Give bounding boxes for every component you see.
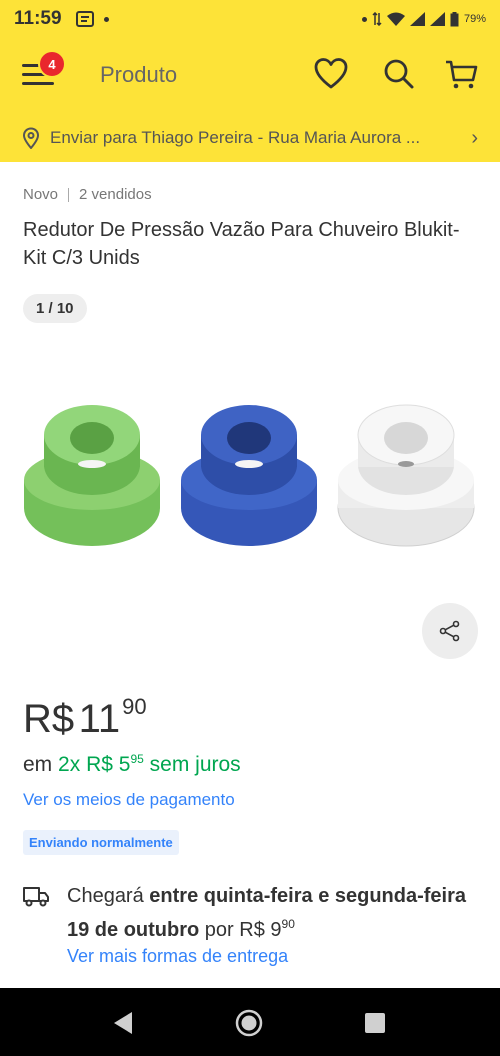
- status-dot-icon: [103, 16, 109, 22]
- product-condition: Novo 2 vendidos: [23, 186, 152, 203]
- product-image[interactable]: [20, 390, 480, 560]
- back-icon[interactable]: [108, 1008, 138, 1038]
- notification-badge: 4: [38, 50, 66, 78]
- shipping-address-text: Enviar para Thiago Pereira - Rua Maria A…: [50, 128, 421, 147]
- signal-icon: [429, 12, 445, 26]
- divider: [68, 187, 70, 202]
- system-nav-bar: [0, 988, 500, 1056]
- delivery-estimate: Chegará entre quinta-feira e segunda-fei…: [67, 885, 467, 941]
- chevron-right-icon: ›: [471, 126, 478, 149]
- signal-icon: [409, 12, 425, 26]
- share-icon: [439, 620, 460, 642]
- image-counter: 1 / 10: [23, 294, 87, 323]
- white-reducer-image: [337, 404, 475, 547]
- home-icon[interactable]: [234, 1008, 264, 1038]
- cart-icon[interactable]: [443, 56, 479, 92]
- price: R$ 1190: [23, 694, 147, 742]
- sold-count: 2 vendidos: [79, 186, 152, 203]
- blue-reducer-image: [181, 405, 317, 546]
- recents-icon[interactable]: [360, 1008, 390, 1038]
- data-arrows-icon: [372, 12, 382, 26]
- status-dot-icon: [361, 16, 367, 22]
- product-title: Redutor De Pressão Vazão Para Chuveiro B…: [23, 219, 460, 269]
- location-pin-icon: [22, 127, 40, 149]
- page-title: Produto: [100, 62, 178, 87]
- more-delivery-options-link[interactable]: Ver mais formas de entrega: [67, 946, 288, 967]
- truck-icon: [23, 887, 49, 907]
- price-cents: 90: [122, 694, 147, 719]
- heart-icon[interactable]: [313, 56, 349, 92]
- notification-app-icon: [75, 11, 94, 27]
- search-icon[interactable]: [380, 56, 416, 92]
- battery-percent: 79%: [463, 13, 486, 25]
- green-reducer-image: [24, 405, 160, 546]
- shipping-address-bar[interactable]: Enviar para Thiago Pereira - Rua Maria A…: [0, 114, 500, 162]
- status-time: 11:59: [14, 8, 62, 29]
- battery-icon: [450, 11, 459, 26]
- wifi-icon: [386, 12, 405, 26]
- share-button[interactable]: [422, 603, 478, 659]
- app-header: 4 Produto: [0, 38, 500, 114]
- installments: em 2x R$ 595 sem juros: [23, 752, 241, 776]
- price-integer: 11: [78, 697, 121, 741]
- shipping-status-badge: Enviando normalmente: [23, 830, 179, 855]
- price-currency: R$: [23, 697, 75, 741]
- status-bar: 11:59 79%: [0, 0, 500, 38]
- payment-methods-link[interactable]: Ver os meios de pagamento: [23, 790, 235, 810]
- condition-label: Novo: [23, 186, 59, 203]
